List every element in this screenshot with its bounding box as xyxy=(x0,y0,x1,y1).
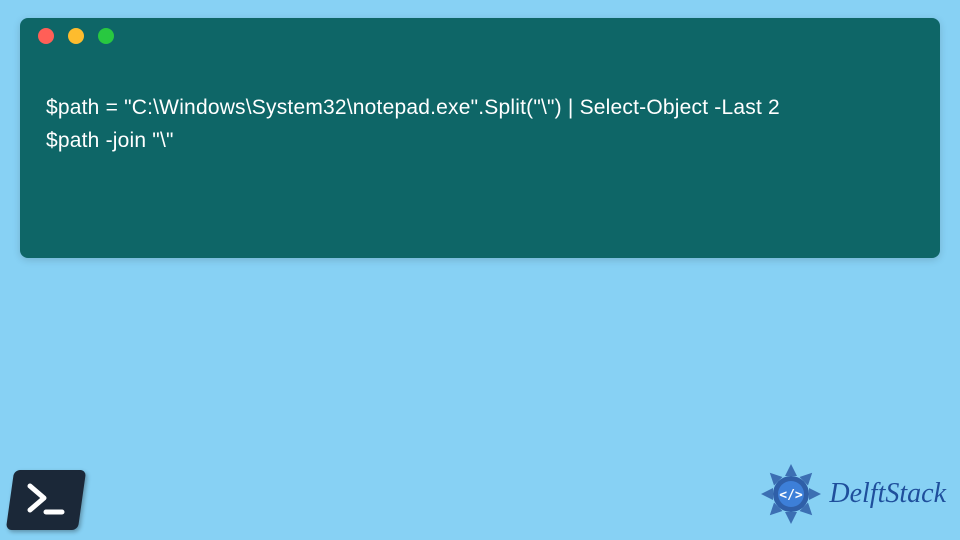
code-line-1: $path = "C:\Windows\System32\notepad.exe… xyxy=(46,96,780,119)
code-window: $path = "C:\Windows\System32\notepad.exe… xyxy=(20,18,940,258)
delftstack-text: DelftStack xyxy=(829,478,946,510)
powershell-icon xyxy=(6,470,86,530)
delftstack-logo: </> DelftStack xyxy=(759,462,946,526)
svg-text:</>: </> xyxy=(780,488,804,503)
window-titlebar xyxy=(20,18,940,54)
minimize-icon xyxy=(68,28,84,44)
close-icon xyxy=(38,28,54,44)
code-block: $path = "C:\Windows\System32\notepad.exe… xyxy=(20,54,940,177)
maximize-icon xyxy=(98,28,114,44)
code-line-2: $path -join "\" xyxy=(46,129,174,152)
delftstack-gear-icon: </> xyxy=(759,462,823,526)
